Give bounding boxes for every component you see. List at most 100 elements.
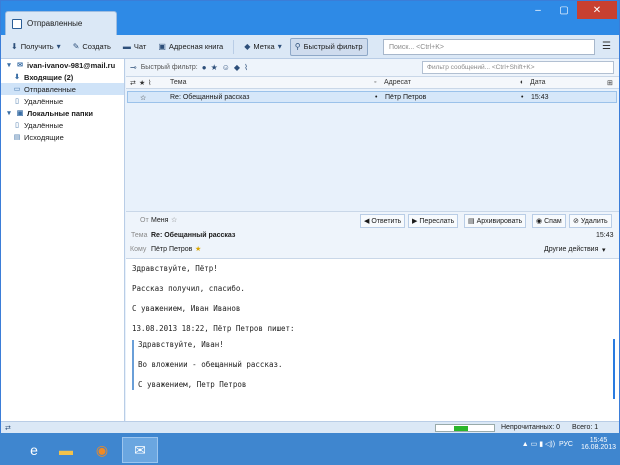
forward-icon: ▶ (412, 218, 418, 225)
contact-filter-icon[interactable]: ☺ (222, 63, 230, 72)
unread-filter-icon[interactable]: ● (202, 63, 207, 72)
maximize-button[interactable]: ▢ (551, 1, 577, 19)
other-actions-button[interactable]: Другие действия (544, 246, 598, 253)
chevron-down-icon[interactable]: ▾ (602, 246, 606, 254)
inbox-icon: ⬇ (14, 74, 20, 81)
tab-sent[interactable]: Отправленные (5, 11, 117, 35)
chat-icon: ▬ (122, 42, 131, 51)
tab-label: Отправленные (27, 19, 83, 28)
folder-inbox[interactable]: ⬇ Входящие (2) (1, 71, 124, 83)
folder-local-trash[interactable]: ▯ Удалённые (1, 119, 124, 131)
read-status-icon[interactable]: • (375, 94, 377, 101)
toolbar-divider (233, 39, 235, 54)
explorer-icon[interactable]: ▬ (48, 437, 84, 463)
thread-column-icon[interactable]: ⇄ (130, 79, 136, 87)
chat-button[interactable]: ▬ Чат (119, 38, 150, 56)
taskbar: e ▬ ◉ ✉ ▲ ▭ ▮ ◁)) РУС 15:45 16.08.2013 (0, 433, 620, 465)
collapse-icon[interactable]: ▾ (5, 61, 13, 69)
delete-label: Удалить (580, 217, 608, 225)
star-icon[interactable]: ☆ (171, 216, 177, 224)
folder-tab-icon (12, 18, 22, 29)
from-value[interactable]: Меня (151, 217, 168, 224)
star-column-icon[interactable]: ★ (139, 79, 145, 87)
pin-icon[interactable]: ⊸ (130, 63, 137, 72)
subject-label: Тема (131, 232, 148, 239)
junk-column-icon[interactable]: ◐ (520, 79, 524, 86)
star-icon[interactable]: ☆ (140, 94, 146, 102)
mail-account-icon: ✉ (17, 62, 23, 69)
body-line: Здравствуйте, Пётр! (132, 264, 218, 273)
from-label: От (140, 217, 149, 224)
menu-icon[interactable]: ☰ (602, 41, 611, 52)
address-book-button[interactable]: ▣ Адресная книга (154, 38, 227, 56)
folder-outbox[interactable]: ▤ Исходящие (1, 131, 124, 143)
message-time: 15:43 (596, 232, 614, 239)
folder-trash[interactable]: ▯ Удалённые (1, 95, 124, 107)
archive-button[interactable]: ▤ Архивировать (464, 214, 527, 228)
compose-button[interactable]: ✎ Создать (69, 38, 115, 56)
close-button[interactable]: ✕ (577, 1, 617, 19)
thunderbird-window: Отправленные – ▢ ✕ ⬇ Получить ▾ ✎ Создат… (0, 0, 620, 434)
progress-meter (435, 424, 495, 432)
tray-icons[interactable]: ▲ ▭ ▮ ◁)) (522, 441, 555, 448)
folder-sent[interactable]: ▭ Отправленные (1, 83, 124, 95)
tag-filter-icon[interactable]: ◆ (234, 63, 240, 72)
delete-button[interactable]: ⊘ Удалить (569, 214, 612, 228)
spam-label: Спам (544, 217, 562, 225)
quick-filter-bar-label: Быстрый фильтр: (140, 64, 198, 71)
column-recipient[interactable]: Адресат (384, 79, 411, 86)
star-filter-icon[interactable]: ★ (211, 63, 218, 72)
ie-icon[interactable]: e (16, 437, 52, 463)
clock[interactable]: 15:45 16.08.2013 (581, 437, 616, 451)
quick-filter-label: Быстрый фильтр (303, 42, 363, 51)
star-icon[interactable]: ★ (195, 245, 201, 253)
folder-account[interactable]: ▾ ✉ ivan-ivanov-981@mail.ru (1, 59, 124, 71)
body-line: С уважением, Иван Иванов (132, 304, 241, 313)
firefox-icon[interactable]: ◉ (84, 437, 120, 463)
archive-label: Архивировать (476, 217, 523, 225)
online-status-icon[interactable]: ⇄ (5, 424, 11, 432)
filter-messages-input[interactable]: Фильтр сообщений... <Ctrl+Shift+K> (422, 61, 614, 74)
trash-icon: ▯ (15, 98, 19, 105)
outbox-icon: ▤ (13, 134, 21, 141)
subject-value: Re: Обещанный рассказ (151, 232, 236, 239)
quote-line: С уважением, Петр Петров (138, 380, 247, 389)
read-column-icon[interactable]: ◦ (374, 79, 376, 86)
delete-icon: ⊘ (573, 218, 579, 225)
tag-button[interactable]: ◆ Метка ▾ (240, 38, 285, 56)
folder-label: Удалённые (24, 96, 64, 106)
folder-local[interactable]: ▾ ▣ Локальные папки (1, 107, 124, 119)
junk-status-icon[interactable]: • (521, 94, 523, 101)
language-indicator[interactable]: РУС (559, 441, 573, 448)
attachment-column-icon[interactable]: ⌇ (148, 79, 151, 87)
folder-label: Удалённые (24, 120, 64, 130)
folder-label: Исходящие (24, 132, 64, 142)
reply-label: Ответить (371, 217, 402, 225)
spam-button[interactable]: ◉ Спам (532, 214, 566, 228)
folder-label: Локальные папки (27, 108, 93, 118)
minimize-button[interactable]: – (525, 1, 551, 19)
filter-icon: ⚲ (294, 42, 301, 51)
column-picker-icon[interactable]: ⊞ (607, 79, 613, 87)
folder-label: ivan-ivanov-981@mail.ru (27, 60, 116, 70)
scrollbar[interactable] (613, 339, 615, 399)
archive-icon: ▤ (468, 218, 475, 225)
quick-filter-button[interactable]: ⚲ Быстрый фильтр (289, 37, 368, 56)
to-value[interactable]: Пётр Петров (151, 246, 192, 253)
thunderbird-icon[interactable]: ✉ (122, 437, 158, 463)
collapse-icon[interactable]: ▾ (5, 109, 13, 117)
title-bar: Отправленные – ▢ ✕ (1, 1, 619, 35)
reply-button[interactable]: ◀ Ответить (360, 214, 406, 228)
column-date[interactable]: Дата (530, 79, 546, 86)
clock-time: 15:45 (589, 437, 608, 444)
folder-label: Отправленные (24, 84, 76, 94)
search-input[interactable]: Поиск... <Ctrl+K> (383, 39, 595, 55)
column-subject[interactable]: Тема (170, 79, 186, 86)
address-book-icon: ▣ (158, 42, 166, 51)
chevron-down-icon[interactable]: ▾ (57, 42, 61, 51)
forward-button[interactable]: ▶ Переслать (408, 214, 459, 228)
attachment-filter-icon[interactable]: ⌇ (244, 63, 248, 72)
get-mail-button[interactable]: ⬇ Получить ▾ (7, 38, 65, 56)
folder-label: Входящие (2) (24, 72, 74, 82)
table-row[interactable]: ☆ Re: Обещанный рассказ • Пётр Петров • … (127, 91, 617, 103)
